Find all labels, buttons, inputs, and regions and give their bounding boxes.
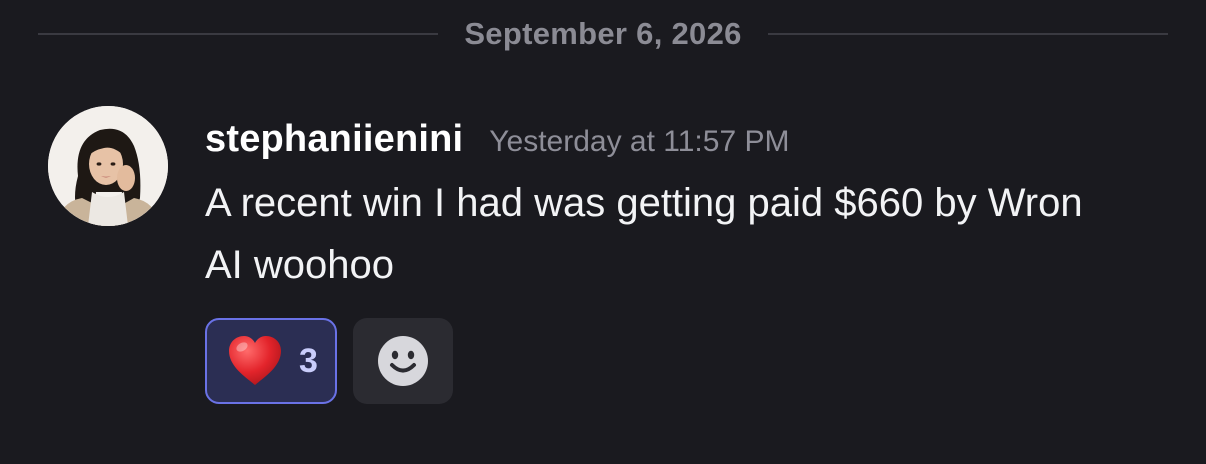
add-reaction-button[interactable] (353, 318, 453, 404)
divider-line-right (767, 33, 1168, 35)
user-avatar[interactable] (48, 106, 168, 226)
divider-line-left (38, 33, 439, 35)
message-text: A recent win I had was getting paid $660… (205, 181, 1083, 287)
reactions-bar: 3 (205, 318, 1186, 404)
red-heart-icon (229, 336, 281, 385)
date-divider: September 6, 2026 (38, 12, 1168, 56)
reaction-count: 3 (299, 341, 318, 380)
message-timestamp: Yesterday at 11:57 PM (489, 125, 790, 158)
date-divider-label: September 6, 2026 (464, 16, 742, 51)
message-content: stephaniienini Yesterday at 11:57 PM A r… (205, 106, 1186, 404)
author-username[interactable]: stephaniienini (205, 118, 463, 161)
smiley-face-icon (378, 336, 428, 386)
reaction-heart-button[interactable]: 3 (205, 318, 337, 404)
user-avatar-photo-icon (48, 106, 168, 226)
message-header: stephaniienini Yesterday at 11:57 PM (205, 118, 1186, 168)
